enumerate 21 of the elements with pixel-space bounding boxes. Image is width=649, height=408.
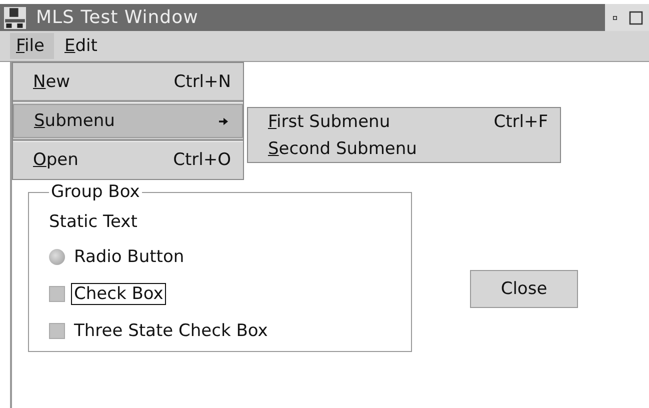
app-icon bbox=[4, 6, 26, 28]
checkbox-label: Three State Check Box bbox=[73, 320, 269, 342]
menu-entry[interactable]: Submenu bbox=[13, 104, 243, 138]
checkbox[interactable] bbox=[49, 286, 65, 302]
checkbox-label: Check Box bbox=[71, 282, 166, 304]
menu-item[interactable]: File bbox=[10, 33, 54, 59]
menu-entry[interactable]: Second Submenu bbox=[248, 135, 560, 162]
menu-entry[interactable]: First Submenu Ctrl+F bbox=[248, 108, 560, 135]
group-box-title: Group Box bbox=[50, 182, 141, 202]
menu-entry[interactable]: New Ctrl+N bbox=[13, 65, 243, 99]
menu-entry[interactable]: Open Ctrl+O bbox=[13, 143, 243, 177]
radio-button[interactable] bbox=[49, 248, 65, 264]
maximize-icon bbox=[629, 10, 643, 24]
checkbox[interactable] bbox=[49, 322, 65, 338]
minimize-icon bbox=[611, 14, 619, 22]
menu-item[interactable]: Edit bbox=[58, 33, 108, 59]
static-text: Static Text bbox=[49, 212, 138, 232]
maximize-button[interactable] bbox=[627, 10, 645, 24]
window-title: MLS Test Window bbox=[36, 7, 198, 28]
close-button[interactable]: Close bbox=[470, 270, 578, 308]
radio-label: Radio Button bbox=[73, 246, 186, 268]
